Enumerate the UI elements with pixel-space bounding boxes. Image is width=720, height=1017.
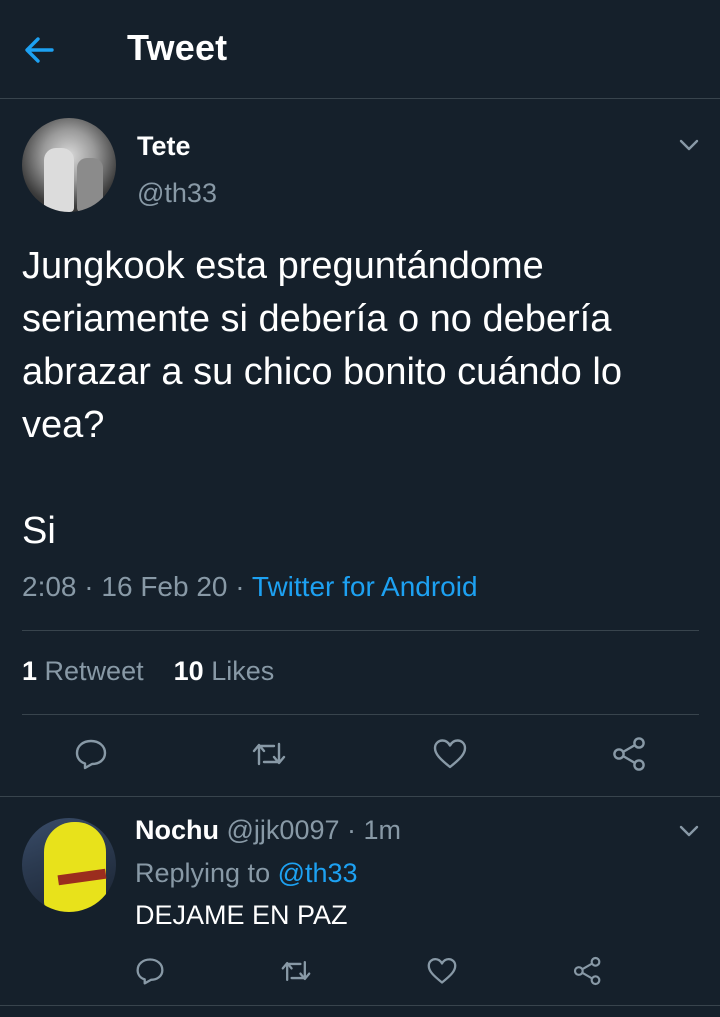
tweet-date: 16 Feb 20: [101, 571, 228, 602]
reply-header: Nochu @jjk0097 · 1m: [135, 815, 401, 846]
reply-display-name[interactable]: Nochu: [135, 815, 219, 845]
chevron-down-icon: [679, 825, 699, 837]
tweet-text: Jungkook esta preguntándome seriamente s…: [22, 245, 622, 446]
page-title: Tweet: [127, 27, 228, 68]
reply-reply-button[interactable]: [128, 949, 172, 993]
heart-icon: [433, 739, 467, 769]
reply-options-button[interactable]: [678, 820, 700, 842]
reply-retweet-button[interactable]: [274, 949, 318, 993]
reply-share-button[interactable]: [566, 949, 610, 993]
tweet-source-link[interactable]: Twitter for Android: [252, 571, 478, 602]
share-button[interactable]: [608, 732, 652, 776]
tweet-stats: 1 Retweet 10 Likes: [22, 656, 274, 687]
reply-time: 1m: [363, 815, 402, 845]
tweet-text-second-paragraph: Si: [22, 510, 56, 552]
tweet-options-button[interactable]: [678, 134, 700, 156]
likes-stat[interactable]: 10 Likes: [174, 656, 275, 686]
retweets-count: 1: [22, 656, 38, 686]
retweets-stat[interactable]: 1 Retweet: [22, 656, 144, 686]
arrow-left-icon: [25, 37, 54, 63]
reply-icon: [136, 958, 164, 985]
author-handle[interactable]: @th33: [137, 178, 217, 209]
replying-to-mention[interactable]: @th33: [278, 858, 358, 888]
app-header: Tweet: [0, 0, 720, 99]
meta-separator: ·: [84, 571, 94, 602]
replying-to: Replying to @th33: [135, 858, 358, 889]
author-display-name[interactable]: Tete: [137, 131, 191, 162]
divider: [22, 714, 699, 715]
divider: [0, 796, 720, 797]
likes-label: Likes: [211, 656, 275, 686]
retweets-label: Retweet: [44, 656, 144, 686]
chevron-down-icon: [679, 139, 699, 151]
retweet-icon: [252, 742, 286, 766]
like-button[interactable]: [428, 732, 472, 776]
retweet-icon: [281, 961, 311, 981]
retweet-button[interactable]: [247, 732, 291, 776]
reply-button[interactable]: [69, 732, 113, 776]
share-icon: [613, 737, 645, 771]
reply-text: DEJAME EN PAZ: [135, 900, 348, 930]
reply-handle[interactable]: @jjk0097: [227, 815, 340, 845]
replying-to-label: Replying to: [135, 858, 271, 888]
reply-separator: ·: [347, 815, 357, 845]
divider: [22, 630, 699, 631]
likes-count: 10: [173, 656, 204, 686]
reply-author-avatar[interactable]: [22, 818, 116, 912]
heart-icon: [427, 957, 457, 984]
author-avatar[interactable]: [22, 118, 116, 212]
back-button[interactable]: [22, 28, 78, 72]
reply-icon: [75, 739, 107, 770]
reply-like-button[interactable]: [420, 949, 464, 993]
share-icon: [573, 956, 601, 986]
tweet-meta: 2:08 · 16 Feb 20 · Twitter for Android: [22, 571, 478, 603]
divider: [0, 1005, 720, 1006]
tweet-time: 2:08: [22, 571, 77, 602]
meta-separator: ·: [235, 571, 245, 602]
